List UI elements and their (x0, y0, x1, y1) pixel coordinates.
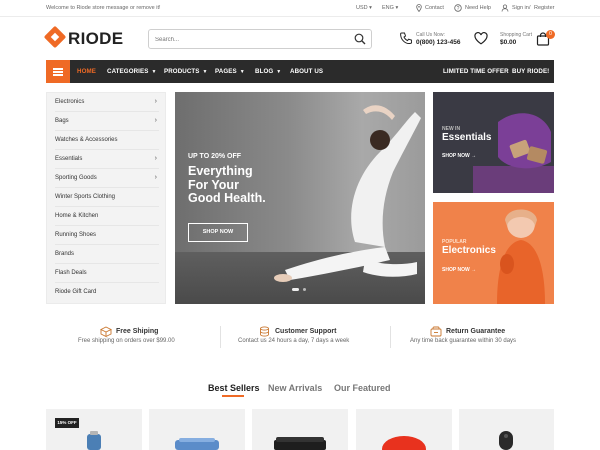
tab-new-arrivals[interactable]: New Arrivals (268, 383, 322, 393)
need-help-link[interactable]: Need Help (465, 5, 491, 11)
logo-mark[interactable] (43, 25, 67, 49)
sidebar-item-essentials[interactable]: Essentials › (55, 150, 159, 169)
feature-free-shipping-sub: Free shipping on orders over $99.00 (78, 338, 175, 344)
chevron-down-icon: ▼ (239, 69, 245, 75)
cart-label: Shopping Cart (500, 32, 532, 38)
feature-support-sub: Contact us 24 hours a day, 7 days a week (238, 338, 350, 344)
main-nav: HOME CATEGORIES ▼ PRODUCTS ▼ PAGES ▼ BLOG ▼ … (46, 60, 554, 83)
nav-item-categories[interactable]: CATEGORIES ▼ (107, 68, 157, 75)
sidebar-item-gift-card[interactable]: Riode Gift Card (55, 283, 159, 302)
welcome-message: Welcome to Riode store message or remove… (46, 5, 161, 11)
cart-total[interactable]: $0.00 (500, 39, 516, 46)
chevron-right-icon: › (154, 174, 157, 181)
promo-banner-electronics[interactable]: POPULAR Electronics SHOP NOW → (433, 202, 554, 304)
promo1-title: Essentials (442, 132, 492, 143)
category-sidebar: Electronics › Bags › Watches & Accessories… (46, 92, 166, 304)
sidebar-item-running-shoes[interactable]: Running Shoes (55, 226, 159, 245)
chevron-right-icon: › (154, 117, 157, 124)
contact-link[interactable]: Contact (425, 5, 444, 11)
product-image (382, 436, 426, 450)
search-box[interactable] (148, 29, 372, 49)
chevron-down-icon: ▾ (395, 5, 399, 11)
phone-number[interactable]: 0(800) 123-456 (416, 39, 460, 46)
product-image (274, 437, 326, 450)
return-guarantee-icon (430, 326, 442, 337)
nav-item-products[interactable]: PRODUCTS ▼ (164, 68, 208, 75)
tab-our-featured[interactable]: Our Featured (334, 383, 391, 393)
svg-text:?: ? (457, 6, 460, 12)
product-card[interactable] (459, 409, 554, 450)
product-image (499, 431, 513, 450)
hero-shop-now-button[interactable]: SHOP NOW (188, 223, 248, 242)
shipping-box-icon (100, 326, 112, 337)
nav-item-blog[interactable]: BLOG ▼ (255, 68, 281, 75)
nav-item-about-us[interactable]: ABOUT US (290, 68, 323, 75)
hero-pretitle: UP TO 20% OFF (188, 153, 242, 160)
sidebar-item-electronics[interactable]: Electronics › (55, 93, 159, 112)
top-bar: Welcome to Riode store message or remove… (0, 0, 600, 17)
promo-banner-essentials[interactable]: NEW IN Essentials SHOP NOW → (433, 92, 554, 193)
sidebar-item-watches[interactable]: Watches & Accessories (55, 131, 159, 150)
product-image (175, 438, 219, 450)
chevron-right-icon: › (154, 155, 157, 162)
tab-best-sellers[interactable]: Best Sellers (208, 383, 260, 393)
phone-icon (400, 32, 412, 45)
user-icon (501, 4, 509, 12)
search-icon[interactable] (354, 33, 366, 45)
feature-free-shipping-title: Free Shiping (116, 328, 159, 335)
feature-return-title: Return Guarantee (446, 328, 506, 335)
nav-item-pages[interactable]: PAGES ▼ (215, 68, 245, 75)
active-tab-indicator (222, 395, 244, 397)
hero-title: Everything For Your Good Health. (188, 164, 266, 205)
location-pin-icon (416, 4, 422, 12)
sidebar-item-home-kitchen[interactable]: Home & Kitchen (55, 207, 159, 226)
sidebar-item-brands[interactable]: Brands (55, 245, 159, 264)
search-input[interactable] (155, 33, 345, 46)
register-link[interactable]: Register (534, 5, 554, 11)
promo1-shop-now[interactable]: SHOP NOW → (442, 153, 476, 159)
call-us-label: Call Us Now: (416, 32, 445, 38)
sidebar-item-winter-sports[interactable]: Winter Sports Clothing (55, 188, 159, 207)
support-coins-icon (260, 326, 269, 337)
yoga-props-illustration (473, 113, 554, 193)
arrow-right-icon: → (471, 153, 477, 159)
logo-text[interactable]: RIODE (68, 29, 123, 49)
promo2-shop-now[interactable]: SHOP NOW → (442, 267, 476, 273)
nav-buy-riode[interactable]: BUY RIODE! (512, 68, 549, 75)
product-card[interactable] (252, 409, 348, 450)
feature-divider (390, 326, 391, 348)
product-image (87, 431, 101, 450)
menu-hamburger-icon[interactable] (46, 60, 70, 83)
feature-divider (220, 326, 221, 348)
sidebar-item-flash-deals[interactable]: Flash Deals (55, 264, 159, 283)
slider-dot-active[interactable] (292, 288, 299, 291)
chevron-down-icon: ▼ (276, 69, 282, 75)
chevron-right-icon: › (154, 98, 157, 105)
promo2-title: Electronics (442, 245, 496, 256)
yoga-woman-illustration (274, 105, 421, 282)
signin-link[interactable]: Sign in (512, 5, 529, 11)
arrow-right-icon: → (471, 267, 477, 273)
cart-count-badge: 0 (546, 30, 555, 39)
discount-badge: 15% OFF (55, 418, 79, 428)
sidebar-item-sporting-goods[interactable]: Sporting Goods › (55, 169, 159, 188)
product-card[interactable] (149, 409, 245, 450)
chevron-down-icon: ▾ (369, 5, 372, 11)
product-card[interactable] (356, 409, 452, 450)
slider-dot[interactable] (303, 288, 306, 291)
help-icon: ? (454, 4, 462, 12)
feature-support-title: Customer Support (275, 328, 337, 335)
nav-item-home[interactable]: HOME (77, 68, 96, 75)
chevron-down-icon: ▼ (151, 69, 157, 75)
nav-limited-offer[interactable]: LIMITED TIME OFFER (443, 68, 509, 75)
auth-separator: / (529, 5, 531, 11)
hero-slider[interactable]: UP TO 20% OFF Everything For Your Good H… (175, 92, 425, 304)
language-selector[interactable]: ENG ▾ (382, 5, 398, 11)
currency-selector[interactable]: USD ▾ (356, 5, 372, 11)
chevron-down-icon: ▼ (202, 69, 208, 75)
feature-return-sub: Any time back guarantee within 30 days (410, 338, 517, 344)
wishlist-heart-icon[interactable] (474, 32, 488, 45)
product-card[interactable] (46, 409, 142, 450)
sidebar-item-bags[interactable]: Bags › (55, 112, 159, 131)
